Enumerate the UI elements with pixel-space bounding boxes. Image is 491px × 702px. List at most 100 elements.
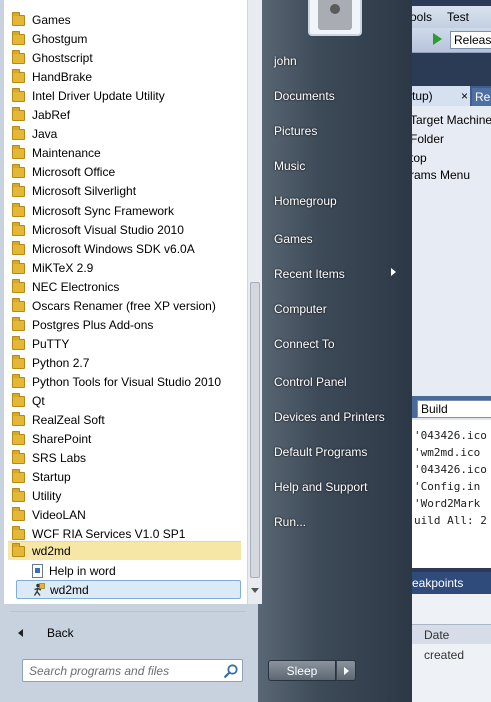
program-folder-label: MiKTeX 2.9 — [32, 261, 94, 275]
folder-icon — [12, 164, 25, 178]
connect-to-link[interactable]: Connect To — [274, 337, 335, 351]
program-folder[interactable]: Postgres Plus Add-ons — [8, 316, 241, 335]
start-debugging-icon[interactable] — [433, 33, 442, 45]
solution-config-dropdown[interactable]: Releas — [450, 31, 491, 49]
program-folder[interactable]: PuTTY — [8, 335, 241, 354]
breakpoints-tab[interactable]: reakpoints — [400, 572, 491, 594]
pane-line[interactable]: Folder — [410, 132, 444, 146]
recent-items-link[interactable]: Recent Items — [274, 267, 345, 281]
program-folder[interactable]: Python 2.7 — [8, 354, 241, 373]
program-folder[interactable]: Oscars Renamer (free XP version) — [8, 297, 241, 316]
search-box — [22, 659, 243, 682]
menu-tools[interactable]: ools — [410, 10, 432, 24]
start-menu-left-panel: Games Ghostgum Ghostscript HandBrake Intel D… — [0, 0, 262, 702]
documents-link[interactable]: Documents — [274, 89, 335, 103]
program-folder-label: Microsoft Office — [32, 165, 116, 179]
pictures-link[interactable]: Pictures — [274, 124, 317, 138]
program-folder-label: Startup — [32, 470, 71, 484]
program-folder-label: Python Tools for Visual Studio 2010 — [32, 375, 222, 389]
shutdown-options-button[interactable] — [336, 660, 356, 681]
folder-icon — [12, 469, 25, 483]
music-link[interactable]: Music — [274, 159, 305, 173]
program-folder[interactable]: Ghostgum — [8, 30, 241, 49]
program-folder-label: HandBrake — [32, 70, 93, 84]
program-folder[interactable]: NEC Electronics — [8, 278, 241, 297]
program-folder[interactable]: Startup — [8, 468, 241, 487]
program-folder-label: Microsoft Sync Framework — [32, 204, 175, 218]
pane-line[interactable]: Target Machine — [410, 113, 491, 127]
program-folder[interactable]: Utility — [8, 487, 241, 506]
folder-icon — [12, 526, 25, 540]
user-avatar-icon — [318, 0, 352, 30]
program-folder[interactable]: Microsoft Silverlight — [8, 182, 241, 201]
scroll-down-arrow-icon[interactable] — [251, 588, 259, 593]
programs-scrollbar[interactable] — [247, 0, 262, 604]
recent-items-submenu-arrow-icon — [391, 268, 396, 276]
user-picture[interactable] — [308, 0, 362, 36]
program-folder[interactable]: JabRef — [8, 106, 241, 125]
program-folder[interactable]: Python Tools for Visual Studio 2010 — [8, 373, 241, 392]
folder-icon — [12, 12, 25, 26]
program-folder[interactable]: Microsoft Sync Framework — [8, 202, 241, 221]
devices-and-printers-link[interactable]: Devices and Printers — [274, 410, 385, 424]
computer-link[interactable]: Computer — [274, 302, 327, 316]
games-link[interactable]: Games — [274, 232, 313, 246]
folder-icon — [12, 431, 25, 445]
program-folder-label: Oscars Renamer (free XP version) — [32, 299, 216, 313]
folder-icon — [12, 183, 25, 197]
start-menu: john Documents Pictures Music Homegroup … — [0, 0, 412, 702]
output-source-dropdown[interactable]: Build — [417, 400, 491, 418]
output-line: 'wm2md.ico — [414, 446, 481, 459]
program-folder[interactable]: Intel Driver Update Utility — [8, 87, 241, 106]
program-folder[interactable]: SharePoint — [8, 430, 241, 449]
run-link[interactable]: Run... — [274, 515, 306, 529]
program-folder-label: Intel Driver Update Utility — [32, 89, 165, 103]
program-folder[interactable]: Games — [8, 11, 241, 30]
search-icon[interactable] — [223, 663, 239, 679]
search-input[interactable] — [29, 663, 215, 678]
pane-line[interactable]: top — [410, 151, 427, 165]
folder-icon — [12, 241, 25, 255]
back-arrow-icon — [18, 629, 23, 637]
program-folder[interactable]: Microsoft Office — [8, 163, 241, 182]
program-folder-label: PuTTY — [32, 337, 70, 351]
back-button[interactable]: Back — [14, 624, 214, 642]
program-folder-wd2md[interactable]: wd2md — [8, 541, 241, 560]
menu-test[interactable]: Test — [447, 10, 469, 24]
date-created-column-header[interactable]: Date created — [400, 624, 491, 662]
program-folder[interactable]: Qt — [8, 392, 241, 411]
folder-icon — [12, 412, 25, 426]
pane-line[interactable]: rams Menu — [410, 168, 470, 182]
default-programs-link[interactable]: Default Programs — [274, 445, 367, 459]
folder-icon — [12, 336, 25, 350]
control-panel-link[interactable]: Control Panel — [274, 375, 347, 389]
program-folder[interactable]: RealZeal Soft — [8, 411, 241, 430]
program-help-in-word[interactable]: Help in word — [16, 562, 241, 581]
folder-icon — [12, 107, 25, 121]
run-program-icon — [33, 583, 45, 596]
scrollbar-thumb[interactable] — [250, 282, 260, 578]
folder-icon — [12, 126, 25, 140]
program-folder[interactable]: Microsoft Visual Studio 2010 — [8, 221, 241, 240]
program-folder[interactable]: MiKTeX 2.9 — [8, 259, 241, 278]
output-header: Build — [400, 396, 491, 418]
program-folder[interactable]: VideoLAN — [8, 506, 241, 525]
sleep-button[interactable]: Sleep — [268, 660, 336, 681]
tab-second[interactable]: Re — [472, 88, 491, 106]
program-folder[interactable]: Microsoft Windows SDK v6.0A — [8, 240, 241, 259]
program-folder[interactable]: SRS Labs — [8, 449, 241, 468]
close-icon[interactable]: × — [461, 86, 468, 106]
user-name-link[interactable]: john — [274, 54, 297, 68]
program-folder[interactable]: Java — [8, 125, 241, 144]
program-folder[interactable]: Ghostscript — [8, 49, 241, 68]
divider — [10, 611, 246, 612]
homegroup-link[interactable]: Homegroup — [274, 194, 337, 208]
program-folder[interactable]: Maintenance — [8, 144, 241, 163]
help-and-support-link[interactable]: Help and Support — [274, 480, 367, 494]
program-wd2md[interactable]: wd2md — [16, 580, 241, 599]
folder-icon — [12, 507, 25, 521]
folder-icon — [12, 450, 25, 464]
program-folder-label: JabRef — [32, 108, 71, 122]
program-folder-label: SharePoint — [32, 432, 92, 446]
program-folder[interactable]: HandBrake — [8, 68, 241, 87]
